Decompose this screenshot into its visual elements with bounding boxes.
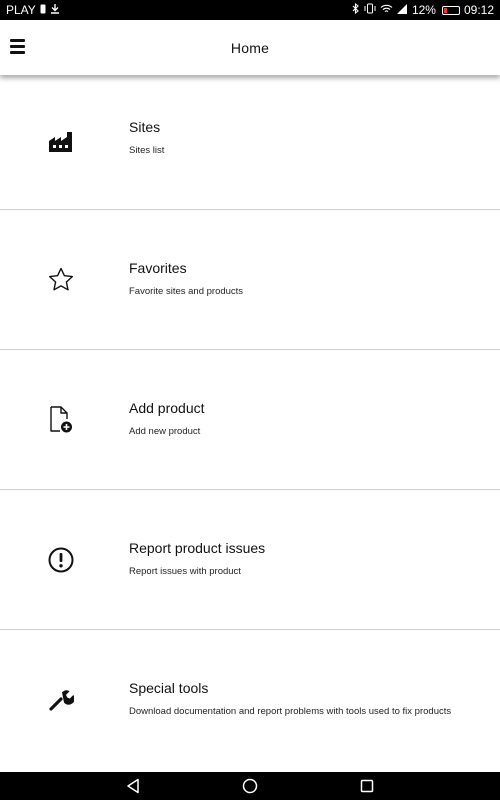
exclamation-circle-icon xyxy=(47,546,75,574)
menu-item-subtitle: Report issues with product xyxy=(129,566,241,577)
clock-label: 09:12 xyxy=(463,3,494,17)
battery-icon xyxy=(441,5,460,15)
menu-item-subtitle: Favorite sites and products xyxy=(129,286,244,297)
home-icon[interactable] xyxy=(240,776,260,796)
carrier-label: PLAY xyxy=(6,3,36,17)
signal-icon xyxy=(396,3,408,17)
menu-item-title: Add product xyxy=(129,400,205,416)
hamburger-menu-icon[interactable] xyxy=(10,34,34,58)
battery-percent-label: 12% xyxy=(411,3,436,17)
page-title: Home xyxy=(230,39,270,56)
menu-item-subtitle: Add new product xyxy=(129,426,201,437)
back-icon[interactable] xyxy=(123,776,143,796)
vibrate-icon xyxy=(364,3,376,17)
recents-icon[interactable] xyxy=(357,776,377,796)
factory-icon xyxy=(47,128,75,156)
system-nav-bar xyxy=(0,772,500,800)
add-document-icon xyxy=(47,405,75,434)
menu-item-add-product[interactable]: Add product Add new product xyxy=(0,350,500,490)
menu-item-title: Report product issues xyxy=(129,540,266,556)
menu-item-special-tools[interactable]: Special tools Download documentation and… xyxy=(0,630,500,770)
menu-item-subtitle: Sites list xyxy=(129,145,165,156)
menu-item-sites[interactable]: Sites Sites list xyxy=(0,75,500,210)
download-icon xyxy=(50,3,60,17)
menu-item-title: Special tools xyxy=(129,680,209,696)
menu-item-favorites[interactable]: Favorites Favorite sites and products xyxy=(0,210,500,350)
status-bar-right: 12% 09:12 xyxy=(352,2,494,17)
menu-item-text: Sites Sites list xyxy=(129,119,470,157)
app-bar: Home xyxy=(0,20,500,75)
menu-item-subtitle: Download documentation and report proble… xyxy=(129,706,452,717)
menu-item-report-issues[interactable]: Report product issues Report issues with… xyxy=(0,490,500,630)
status-bar-left: PLAY xyxy=(6,3,60,17)
menu-item-title: Favorites xyxy=(129,260,187,276)
wrench-icon xyxy=(47,686,75,714)
wifi-icon xyxy=(380,4,393,17)
menu-item-text: Report product issues Report issues with… xyxy=(129,540,470,578)
menu-item-text: Favorites Favorite sites and products xyxy=(129,260,470,298)
menu-item-title: Sites xyxy=(129,119,161,135)
star-icon xyxy=(47,266,75,294)
sim-icon xyxy=(40,4,46,17)
home-menu-list: Sites Sites list Favorites Favorite site… xyxy=(0,75,500,772)
status-bar: PLAY 12% 09:12 xyxy=(0,0,500,20)
menu-item-text: Special tools Download documentation and… xyxy=(129,680,470,718)
bluetooth-icon xyxy=(352,2,360,17)
menu-item-text: Add product Add new product xyxy=(129,400,470,438)
